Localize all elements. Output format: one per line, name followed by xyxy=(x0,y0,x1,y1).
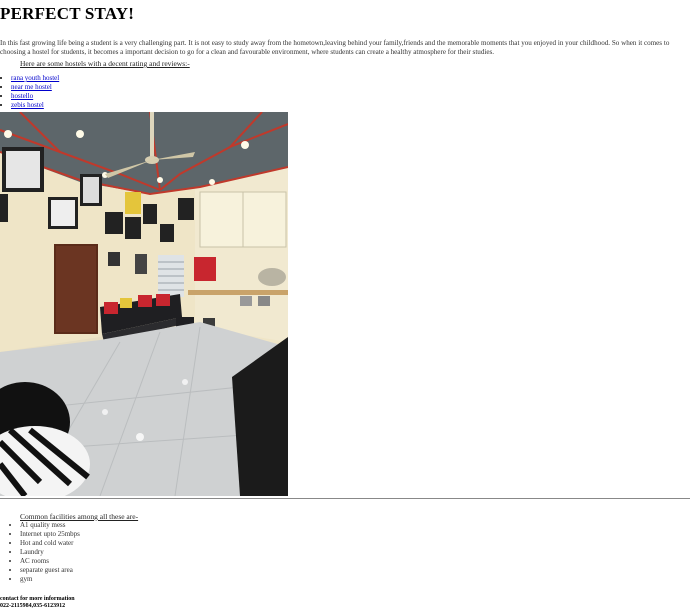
divider xyxy=(0,498,690,499)
list-item: Internet upto 25mbps xyxy=(20,530,80,539)
contact-title: contact for more information xyxy=(0,596,75,602)
hostel-link-near-me-hostel[interactable]: near me hostel xyxy=(11,83,52,91)
hostel-link-rana-youth-hostel[interactable]: rana youth hostel xyxy=(11,74,59,82)
hostel-room-photo xyxy=(0,112,288,496)
hostels-subheading: Here are some hostels with a decent rati… xyxy=(20,59,190,68)
hostel-link-zebis-hostel[interactable]: zebis hostel xyxy=(11,101,44,109)
list-item: Laundry xyxy=(20,548,80,557)
list-item: separate guest area xyxy=(20,566,80,575)
contact-numbers: 022-2115984,035-6123912 xyxy=(0,603,66,609)
facilities-heading: Common facilities among all these are- xyxy=(20,512,139,521)
list-item: hostello xyxy=(11,92,59,101)
hostel-list: rana youth hostel near me hostel hostell… xyxy=(0,74,59,110)
list-item: gym xyxy=(20,575,80,584)
list-item: A1 quality mess xyxy=(20,521,80,530)
list-item: rana youth hostel xyxy=(11,74,59,83)
page-title: PERFECT STAY! xyxy=(0,4,135,23)
page: PERFECT STAY! In this fast growing life … xyxy=(0,0,692,615)
list-item: near me hostel xyxy=(11,83,59,92)
intro-paragraph: In this fast growing life being a studen… xyxy=(0,39,670,57)
list-item: Hot and cold water xyxy=(20,539,80,548)
hostel-link-hostello[interactable]: hostello xyxy=(11,92,33,100)
list-item: AC rooms xyxy=(20,557,80,566)
list-item: zebis hostel xyxy=(11,101,59,110)
facilities-list: A1 quality mess Internet upto 25mbps Hot… xyxy=(0,521,80,584)
